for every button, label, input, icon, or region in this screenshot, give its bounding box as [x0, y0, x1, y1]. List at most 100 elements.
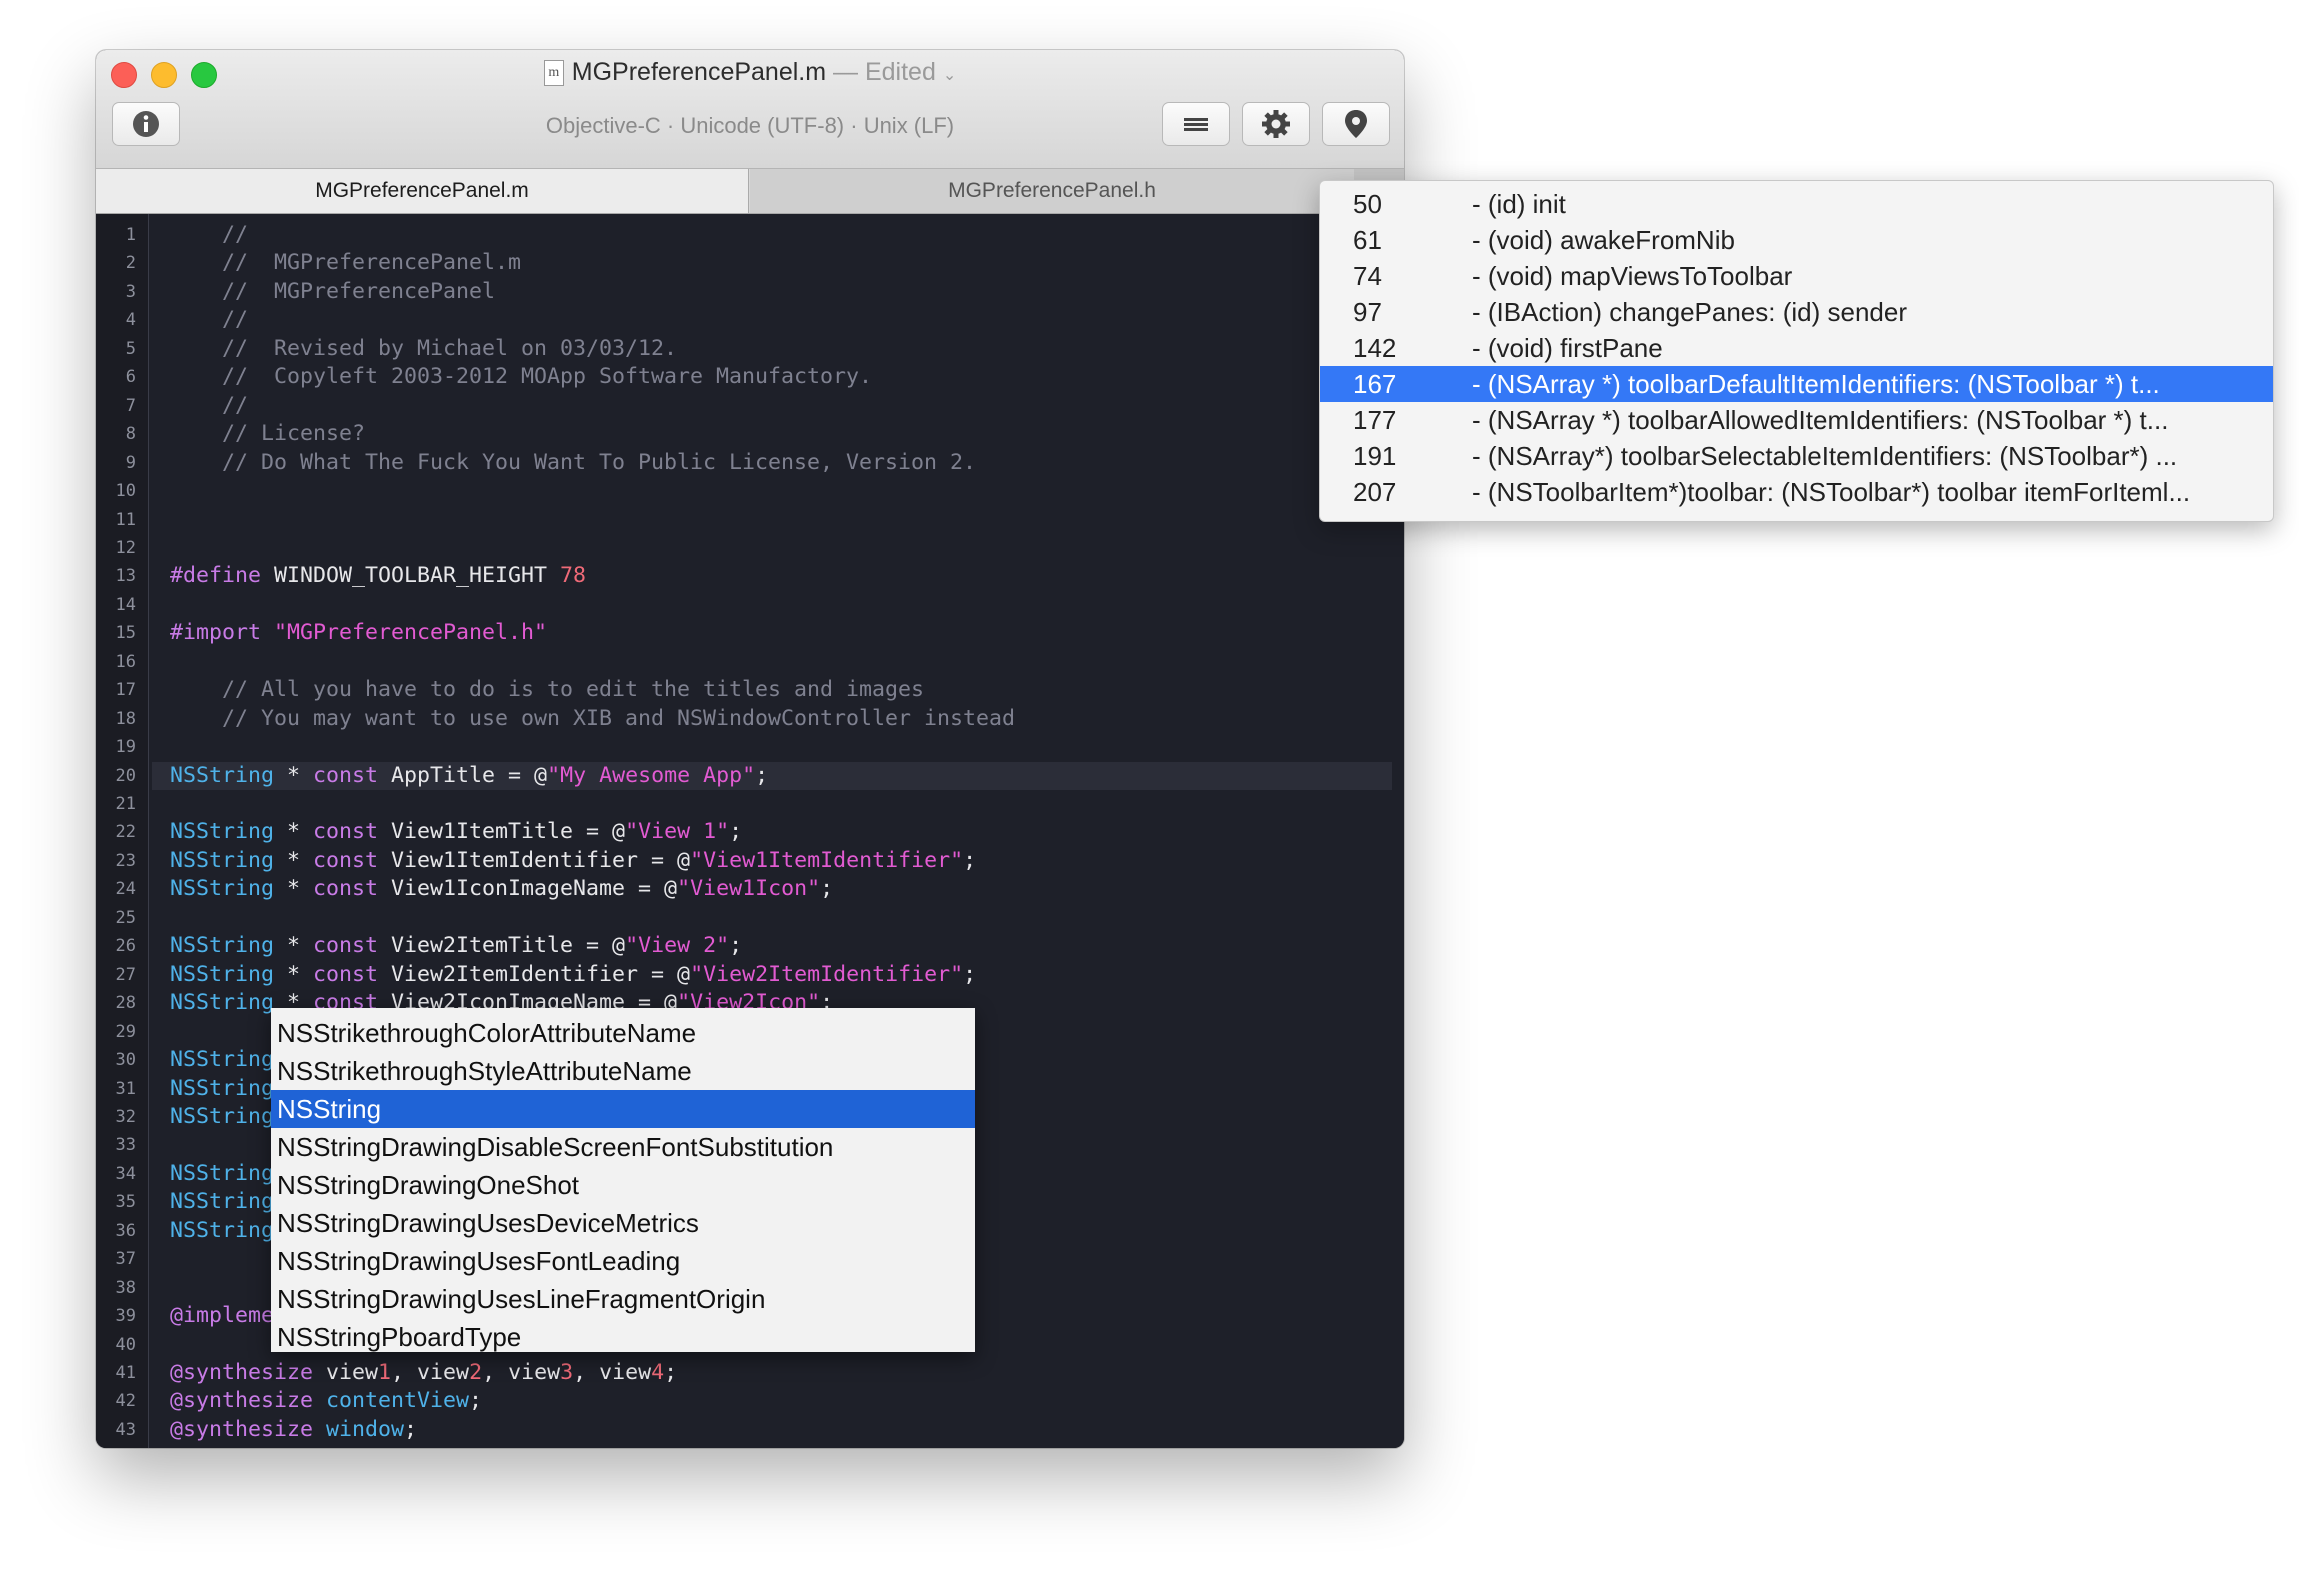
code-token: // Revised by Michael on 03/03/12.	[170, 335, 678, 361]
code-token: "My Awesome App"	[547, 762, 756, 788]
symbol-row[interactable]: 97 - (IBAction) changePanes: (id) sender	[1320, 294, 2273, 330]
symbol-row[interactable]: 167 - (NSArray *) toolbarDefaultItemIdent…	[1320, 366, 2273, 402]
editor-window: m MGPreferencePanel.m — Edited ⌄ Objectiv…	[96, 50, 1404, 1448]
code-line: NSString * const View1IconImageName = @"…	[170, 875, 833, 903]
code-token: NSString	[170, 961, 275, 987]
symbol-row[interactable]: 50 - (id) init	[1320, 186, 2273, 222]
line-number: 34	[115, 1163, 136, 1184]
code-token: ;	[664, 1360, 678, 1385]
autocomplete-item[interactable]: NSStringDrawingUsesDeviceMetrics	[271, 1204, 975, 1242]
symbol-line-number: 191	[1353, 441, 1397, 471]
code-line: //	[170, 306, 248, 334]
code-token: // MGPreferencePanel	[170, 278, 496, 304]
code-token: NSString	[170, 933, 275, 959]
symbol-name: - (NSToolbarItem*)toolbar: (NSToolbar*) …	[1472, 477, 2191, 507]
tab-mgpreferencepanel-m[interactable]: MGPreferencePanel.m	[96, 169, 749, 213]
autocomplete-item[interactable]: NSString	[271, 1090, 975, 1128]
line-number: 14	[115, 594, 136, 615]
line-number: 15	[115, 623, 136, 644]
code-line: NSString * const View1ItemIdentifier = @…	[170, 847, 976, 875]
line-number: 20	[115, 765, 136, 786]
symbol-row[interactable]: 177 - (NSArray *) toolbarAllowedItemIdent…	[1320, 402, 2273, 438]
line-number: 27	[115, 964, 136, 985]
line-number: 21	[115, 794, 136, 814]
code-token: 4	[651, 1360, 665, 1385]
line-number: 24	[115, 879, 136, 900]
code-token: NSString	[170, 762, 275, 788]
code-editor[interactable]: 1 2 3 4 5 6 7 8 9 10 11 12 13 14 15 16 17 18 19 20 21 22 23 24 2…	[96, 214, 1404, 1448]
tab-bar: MGPreferencePanel.m MGPreferencePanel.h	[96, 169, 1404, 214]
code-token: // License?	[170, 421, 366, 447]
window-title-area[interactable]: m MGPreferencePanel.m — Edited ⌄	[96, 58, 1404, 87]
symbol-row[interactable]: 142 - (void) firstPane	[1320, 330, 2273, 366]
code-token: ;	[729, 933, 743, 959]
info-button[interactable]	[112, 102, 180, 146]
line-number: 31	[115, 1078, 136, 1099]
symbol-name: - (IBAction) changePanes: (id) sender	[1472, 297, 1907, 327]
code-line: NSString * const View2ItemIdentifier = @…	[170, 961, 976, 989]
code-token: NSString	[170, 876, 275, 902]
symbol-row[interactable]: 191 - (NSArray*) toolbarSelectableItemIde…	[1320, 438, 2273, 474]
code-line: //	[170, 392, 248, 420]
symbol-name: - (id) init	[1472, 189, 1566, 219]
line-number: 2	[125, 253, 136, 274]
code-token: // MGPreferencePanel.m	[170, 250, 522, 276]
code-line: //	[170, 221, 248, 249]
line-number: 8	[125, 424, 136, 445]
code-token: //	[170, 222, 249, 247]
autocomplete-item[interactable]: NSStringPboardType	[271, 1318, 975, 1356]
code-token: const	[313, 847, 379, 873]
code-token: NSString	[170, 1075, 275, 1101]
symbol-line-number: 207	[1353, 477, 1397, 507]
code-token: 2	[469, 1360, 483, 1385]
code-token: NSString	[170, 847, 275, 873]
autocomplete-item[interactable]: NSStringDrawingUsesFontLeading	[271, 1242, 975, 1280]
location-button[interactable]	[1322, 102, 1390, 146]
line-number: 35	[115, 1192, 136, 1213]
list-icon	[1184, 118, 1208, 131]
code-token: View2ItemIdentifier = @	[378, 961, 691, 987]
edited-status: — Edited	[833, 58, 936, 86]
line-number: 19	[115, 737, 136, 758]
code-token: @synthesize	[170, 1416, 314, 1442]
line-number: 7	[125, 395, 136, 416]
symbol-row[interactable]: 74 - (void) mapViewsToToolbar	[1320, 258, 2273, 294]
autocomplete-popup[interactable]: NSStrikethroughColorAttributeName NSStrik…	[271, 1008, 975, 1352]
code-token: #define	[170, 563, 262, 589]
autocomplete-item[interactable]: NSStringDrawingUsesLineFragmentOrigin	[271, 1280, 975, 1318]
autocomplete-item[interactable]: NSStringDrawingOneShot	[271, 1166, 975, 1204]
symbol-name: - (NSArray*) toolbarSelectableItemIdenti…	[1472, 441, 2178, 471]
autocomplete-item[interactable]: NSStrikethroughStyleAttributeName	[271, 1052, 975, 1090]
settings-button[interactable]	[1242, 102, 1310, 146]
symbol-name: - (void) awakeFromNib	[1472, 225, 1735, 255]
code-token: *	[274, 961, 314, 987]
code-token: // Do What The Fuck You Want To Public L…	[170, 449, 977, 475]
symbol-row[interactable]: 207 - (NSToolbarItem*)toolbar: (NSToolbar…	[1320, 474, 2273, 510]
code-line: // Revised by Michael on 03/03/12.	[170, 335, 677, 363]
chevron-down-icon[interactable]: ⌄	[943, 67, 956, 84]
code-token: "View1ItemIdentifier"	[690, 847, 964, 873]
code-token: WINDOW_TOOLBAR_HEIGHT	[261, 563, 561, 589]
code-token: // You may want to use own XIB and NSWin…	[170, 705, 1016, 731]
code-token: const	[313, 762, 379, 788]
symbol-row[interactable]: 61 - (void) awakeFromNib	[1320, 222, 2273, 258]
symbols-popover[interactable]: 50 - (id) init 61 - (void) awakeFromNib 74 - …	[1319, 180, 2274, 522]
symbol-name: - (void) mapViewsToToolbar	[1472, 261, 1793, 291]
line-number: 39	[115, 1306, 136, 1327]
symbol-line-number: 61	[1353, 225, 1382, 255]
symbols-list-button[interactable]	[1162, 102, 1230, 146]
code-token: //	[170, 307, 249, 333]
autocomplete-item[interactable]: NSStringDrawingDisableScreenFontSubstitu…	[271, 1128, 975, 1166]
line-number: 23	[115, 850, 136, 871]
code-token: *	[274, 933, 314, 959]
code-line: // MGPreferencePanel.m	[170, 249, 521, 277]
line-number: 5	[125, 338, 136, 359]
line-number: 32	[115, 1106, 136, 1127]
title-bar[interactable]: m MGPreferencePanel.m — Edited ⌄ Objectiv…	[96, 50, 1404, 169]
line-number-gutter: 1 2 3 4 5 6 7 8 9 10 11 12 13 14 15 16 17 18 19 20 21 22 23 24 2…	[96, 214, 149, 1448]
autocomplete-item[interactable]: NSStrikethroughColorAttributeName	[271, 1014, 975, 1052]
line-number: 1	[125, 225, 136, 245]
code-token: , view	[573, 1360, 652, 1385]
document-icon: m	[543, 60, 564, 87]
tab-mgpreferencepanel-h[interactable]: MGPreferencePanel.h	[750, 169, 1354, 213]
